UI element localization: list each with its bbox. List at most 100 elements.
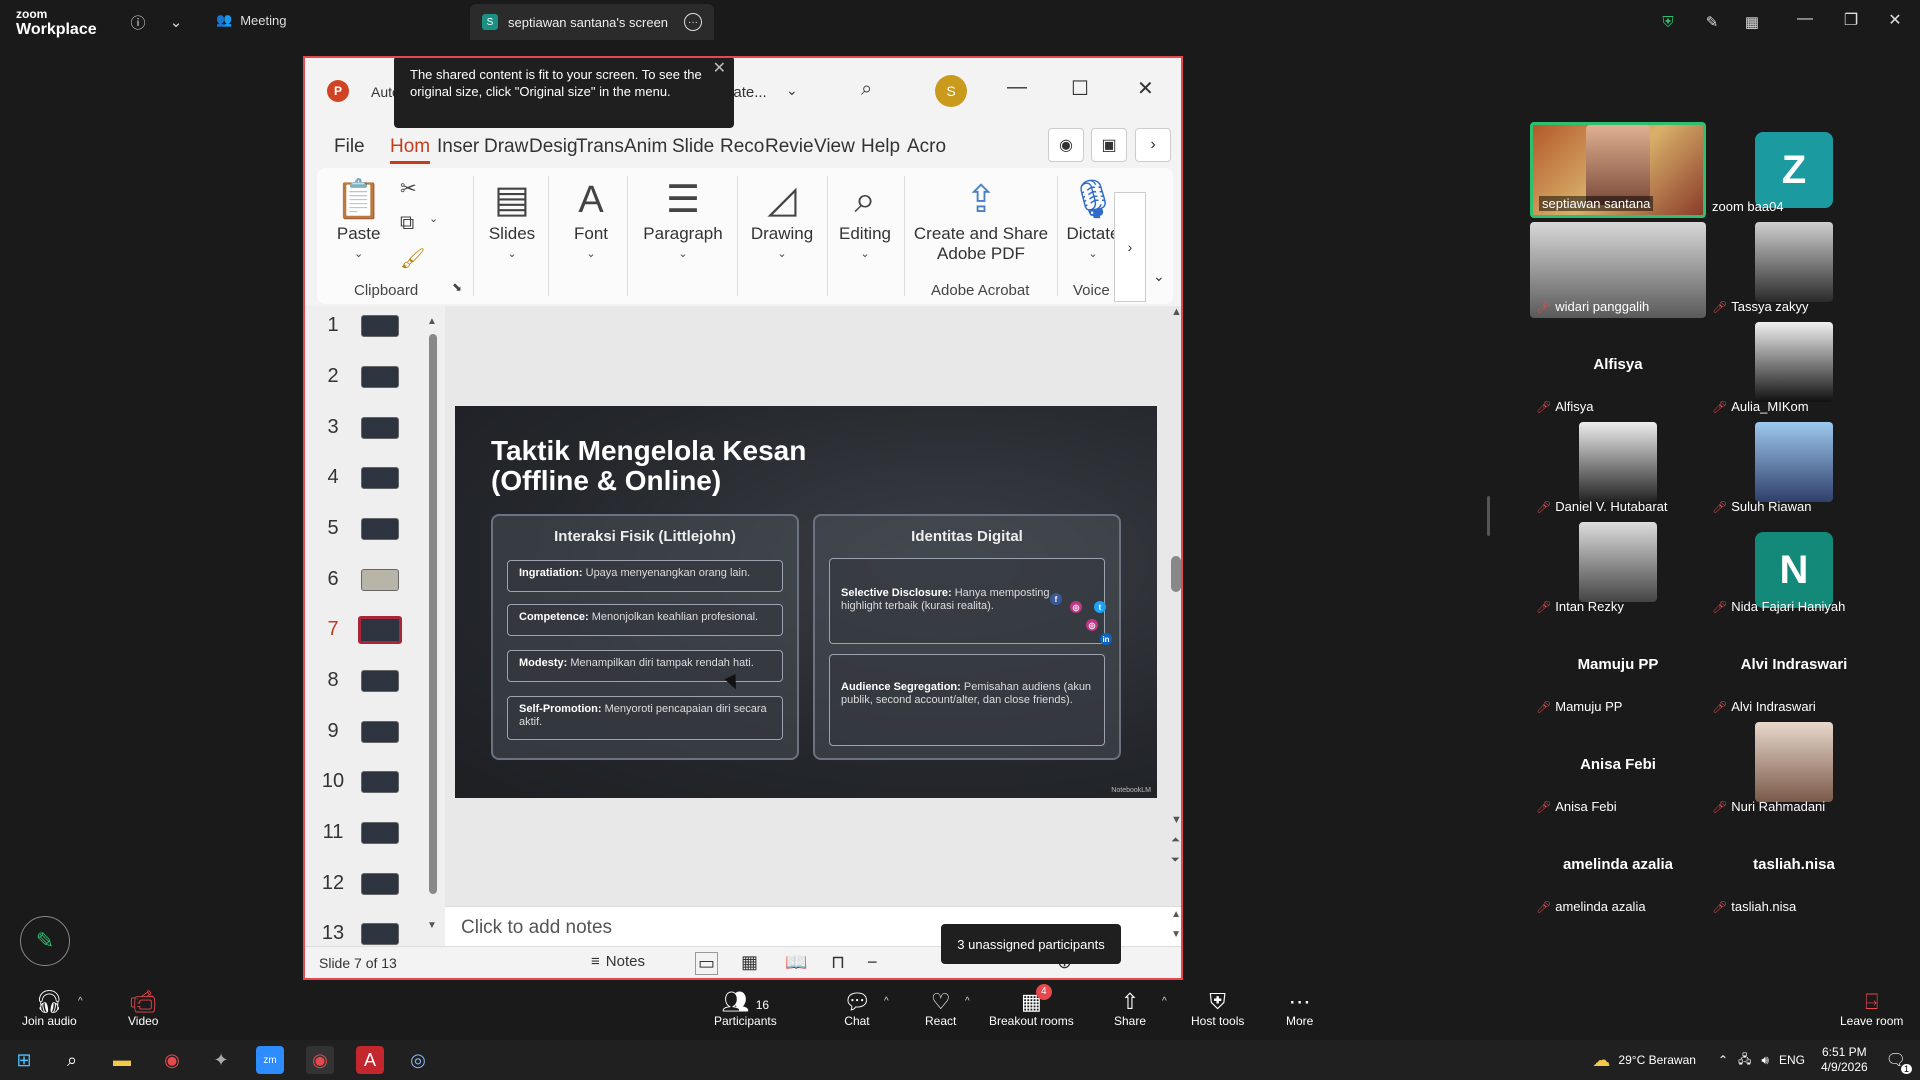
participant-tile[interactable]: 🎤︎ Suluh Riawan xyxy=(1706,422,1882,518)
dialog-launcher-icon[interactable]: ⬊ xyxy=(452,280,462,294)
participant-tile[interactable]: 🎤︎ Tassya zakyy xyxy=(1706,222,1882,318)
annotate-pen-button[interactable]: ✎ xyxy=(20,916,70,966)
more-options-icon[interactable]: ··· xyxy=(684,13,702,31)
scroll-down-icon[interactable]: ▼ xyxy=(427,920,437,931)
next-slide-icon[interactable]: ⏷ xyxy=(1171,854,1180,867)
participant-tile[interactable]: 🎤︎ Aulia_MIKom xyxy=(1706,322,1882,418)
chrome-icon[interactable]: ◉ xyxy=(158,1046,186,1074)
record-icon[interactable]: ◉ xyxy=(1048,128,1084,162)
thumbnail-item[interactable]: 4 xyxy=(315,458,425,498)
scroll-down-icon[interactable]: ▼ xyxy=(1171,814,1181,826)
file-explorer-icon[interactable]: ▬ xyxy=(108,1046,136,1074)
chrome-active-icon[interactable]: ◉ xyxy=(306,1046,334,1074)
create-share-pdf-button[interactable]: ⇪ Create and Share Adobe PDF xyxy=(911,176,1051,264)
search-icon[interactable]: ⌕ xyxy=(58,1046,86,1074)
join-audio-button[interactable]: 🎧︎ Join audio xyxy=(22,990,77,1029)
participants-button[interactable]: 👥︎ 16 Participants xyxy=(714,990,777,1029)
host-tools-button[interactable]: ⛨ Host tools xyxy=(1191,990,1244,1029)
dictate-button[interactable]: 🎙 Dictate ⌄ xyxy=(1065,176,1121,264)
format-painter-icon[interactable]: 🖌 xyxy=(400,246,425,271)
gallery-resize-handle[interactable] xyxy=(1487,496,1490,536)
shield-icon[interactable]: ⛨ xyxy=(1656,10,1680,34)
reading-view-icon[interactable]: 📖 xyxy=(785,952,807,973)
close-button[interactable]: ✕ xyxy=(1880,10,1910,30)
participant-tile[interactable]: septiawan santana xyxy=(1530,122,1706,218)
participant-tile[interactable]: amelinda azalia 🎤︎ amelinda azalia xyxy=(1530,822,1706,918)
previous-slide-icon[interactable]: ⏶ xyxy=(1171,834,1180,847)
participant-tile[interactable]: 🎤︎ Intan Rezky xyxy=(1530,522,1706,618)
notification-icon[interactable]: 🗨 1 xyxy=(1886,1050,1912,1074)
meeting-tab[interactable]: 👥 Meeting xyxy=(216,12,286,28)
thumbnail-item[interactable]: 3 xyxy=(315,408,425,448)
meeting-info-icon[interactable]: ⓘ xyxy=(126,10,150,34)
editor-scrollbar[interactable]: ▲ ▼ ⏶ ⏷ xyxy=(1169,306,1181,906)
tab-acrobat[interactable]: Acro xyxy=(907,136,946,158)
tab-home[interactable]: Hom xyxy=(390,136,431,164)
scroll-up-icon[interactable]: ▲ xyxy=(1171,306,1181,318)
user-avatar[interactable]: S xyxy=(935,75,967,107)
tab-slide-show[interactable]: Slide xyxy=(672,136,714,158)
zoom-app-icon[interactable]: zm xyxy=(256,1046,284,1074)
breakout-rooms-button[interactable]: ▦ 4 Breakout rooms xyxy=(989,984,1074,1028)
tab-draw[interactable]: Draw xyxy=(484,136,528,158)
filename-chevron-icon[interactable]: ⌄ xyxy=(786,82,798,99)
slide-sorter-icon[interactable]: ▦ xyxy=(741,952,758,973)
drawing-button[interactable]: ◿ Drawing ⌄ xyxy=(743,176,821,264)
participant-tile[interactable]: Alvi Indraswari 🎤︎ Alvi Indraswari xyxy=(1706,622,1882,718)
chat-button[interactable]: 💬︎ Chat xyxy=(843,990,871,1029)
weather-text[interactable]: 29°C Berawan xyxy=(1618,1053,1696,1067)
notes-scroll-up-icon[interactable]: ▲ xyxy=(1171,909,1181,920)
paragraph-button[interactable]: ☰ Paragraph ⌄ xyxy=(639,176,727,264)
chat-options-chevron-icon[interactable]: ^ xyxy=(884,996,889,1007)
participant-tile[interactable]: tasliah.nisa 🎤︎ tasliah.nisa xyxy=(1706,822,1882,918)
participant-tile[interactable]: 🎤︎ Nuri Rahmadani xyxy=(1706,722,1882,818)
tab-help[interactable]: Help xyxy=(861,136,900,158)
video-button[interactable]: 📹︎ Video xyxy=(128,990,158,1029)
pdf-app-icon[interactable]: A xyxy=(356,1046,384,1074)
participant-tile[interactable]: 🎤︎ Daniel V. Hutabarat xyxy=(1530,422,1706,518)
thumbnail-scrollbar[interactable]: ▲ ▼ xyxy=(427,316,437,936)
tab-insert[interactable]: Inser xyxy=(437,136,479,158)
collapse-ribbon-icon[interactable]: ⌄ xyxy=(1153,268,1165,285)
annotate-pen-icon[interactable]: ✎ xyxy=(1700,10,1724,34)
participant-tile[interactable]: Alfisya 🎤︎ Alfisya xyxy=(1530,322,1706,418)
toast-close-icon[interactable]: ✕ xyxy=(713,60,726,77)
notes-button[interactable]: ≡ Notes xyxy=(591,953,645,970)
tab-design[interactable]: Desig xyxy=(529,136,578,158)
thumbnail-item[interactable]: 5 xyxy=(315,509,425,549)
thumbnail-item[interactable]: 11 xyxy=(315,813,425,853)
tab-record[interactable]: Reco xyxy=(720,136,764,158)
participant-tile[interactable]: 🎤︎ widari panggalih xyxy=(1530,222,1706,318)
teams-share-icon[interactable]: ▣ xyxy=(1091,128,1127,162)
share-button[interactable]: ⇧ Share xyxy=(1114,990,1146,1029)
slides-button[interactable]: ▤ Slides ⌄ xyxy=(487,176,537,264)
thumbnail-item-active[interactable]: 7 xyxy=(315,610,425,650)
tab-file[interactable]: File xyxy=(334,136,365,158)
windows-start-icon[interactable]: ⊞ xyxy=(10,1046,38,1074)
zoom-out-icon[interactable]: − xyxy=(867,952,878,973)
scrollbar-thumb[interactable] xyxy=(429,334,437,894)
scrollbar-thumb[interactable] xyxy=(1171,556,1181,592)
minimize-button[interactable]: — xyxy=(1790,10,1820,28)
thumbnail-item[interactable]: 1 xyxy=(315,306,425,346)
audio-options-chevron-icon[interactable]: ^ xyxy=(78,996,83,1007)
tab-view[interactable]: View xyxy=(814,136,855,158)
tab-transitions[interactable]: Trans xyxy=(576,136,624,158)
app-icon[interactable]: ◎ xyxy=(404,1046,432,1074)
current-slide[interactable]: Taktik Mengelola Kesan (Offline & Online… xyxy=(455,406,1157,798)
slideshow-icon[interactable]: ⊓ xyxy=(831,952,845,973)
leave-room-button[interactable]: ⍈ Leave room xyxy=(1840,990,1903,1029)
restore-button[interactable]: ❐ xyxy=(1836,10,1866,30)
shared-screen-tab[interactable]: S septiawan santana's screen ··· xyxy=(470,4,714,40)
thumbnail-item[interactable]: 2 xyxy=(315,357,425,397)
react-button[interactable]: ♡ React xyxy=(925,990,956,1029)
copy-chevron-icon[interactable]: ⌄ xyxy=(429,212,438,225)
language-indicator[interactable]: ENG xyxy=(1779,1053,1805,1067)
search-icon[interactable]: ⌕ xyxy=(861,78,872,101)
participant-tile[interactable]: Z zoom baa04 xyxy=(1706,122,1882,218)
normal-view-icon[interactable]: ▭ xyxy=(695,952,719,975)
ppt-minimize-button[interactable]: — xyxy=(1007,76,1027,99)
chevron-right-icon[interactable]: › xyxy=(1135,128,1171,162)
network-icon[interactable]: 🖧 xyxy=(1738,1050,1751,1071)
participant-tile[interactable]: Mamuju PP 🎤︎ Mamuju PP xyxy=(1530,622,1706,718)
